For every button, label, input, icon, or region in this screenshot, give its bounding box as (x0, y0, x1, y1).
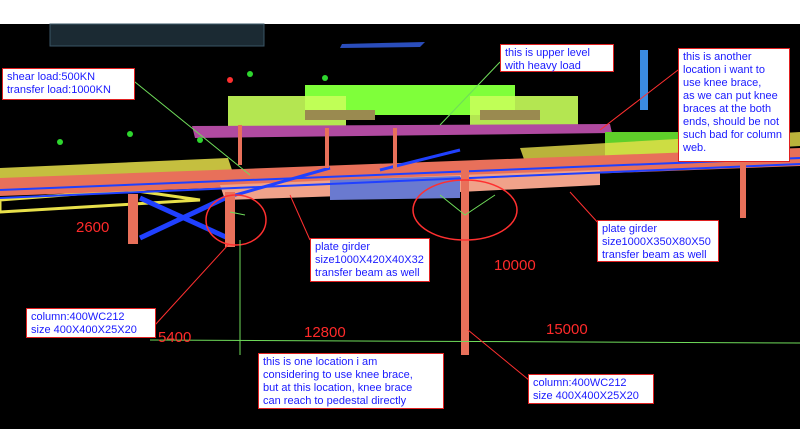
marker-6 (197, 137, 203, 143)
callout-column-right: column:400WC212 size 400X400X25X20 (528, 374, 654, 404)
column-left (225, 192, 235, 247)
callout-another-location: this is another location i want to use k… (678, 48, 790, 162)
knee-brace-circle-left (205, 194, 267, 246)
column-right (461, 170, 469, 355)
marker-3 (322, 75, 328, 81)
right-stack (640, 50, 648, 110)
dimension-15000: 15000 (546, 321, 588, 338)
top-pipe (340, 42, 425, 48)
leader-column-left (154, 244, 229, 326)
leader-girder-left (289, 194, 311, 241)
dimension-10000: 10000 (494, 257, 536, 274)
equipment-right (480, 110, 540, 120)
post-3 (393, 128, 397, 168)
dimension-5400: 5400 (158, 329, 192, 346)
ground-dimension-line (149, 339, 800, 344)
leader-another-location (599, 69, 679, 131)
marker-2 (127, 131, 133, 137)
dimension-12800: 12800 (304, 324, 346, 341)
marker-4 (227, 77, 233, 83)
top-panel (49, 23, 265, 47)
marker-1 (57, 139, 63, 145)
leader-girder-right (569, 191, 601, 226)
marker-5 (247, 71, 253, 77)
callout-column-left: column:400WC212 size 400X400X25X20 (26, 308, 156, 338)
callout-plate-girder-right: plate girder size1000X350X80X50 transfer… (597, 220, 719, 262)
post-1 (238, 125, 242, 165)
leader-column-right (467, 329, 536, 386)
callout-upper-level: this is upper level with heavy load (500, 44, 614, 72)
column-far-right (740, 160, 746, 218)
callout-loads: shear load:500KN transfer load:1000KN (2, 68, 135, 100)
upper-deck-slab (192, 124, 612, 138)
equipment-left (305, 110, 375, 120)
column-far-left (128, 194, 138, 244)
callout-plate-girder-left: plate girder size1000X420X40X32 transfer… (310, 238, 430, 282)
dimension-2600: 2600 (76, 219, 110, 236)
callout-knee-brace-location: this is one location i am considering to… (258, 353, 444, 409)
post-2 (325, 128, 329, 168)
